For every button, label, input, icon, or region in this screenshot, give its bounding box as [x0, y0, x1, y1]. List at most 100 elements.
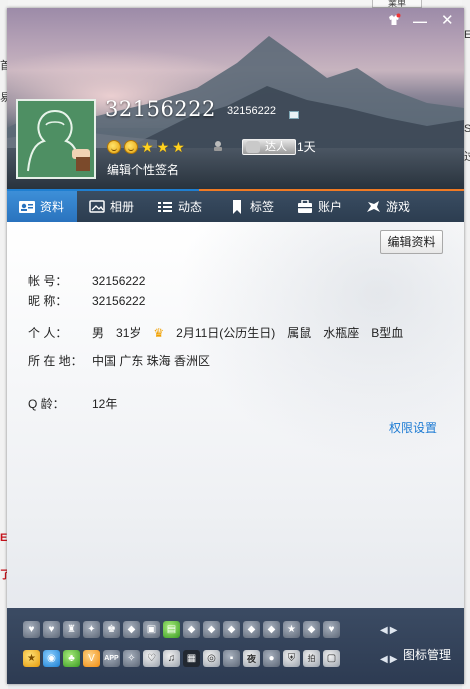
profile-details: 编辑资料 帐 号： 32156222 昵 称： 32156222 个 人： 男 …	[7, 222, 464, 608]
tab-album[interactable]: 相册	[77, 191, 145, 222]
number-badge-icon[interactable]: 拍	[303, 650, 320, 667]
signature-edit[interactable]: 编辑个性签名	[107, 161, 179, 178]
icon-bar: ♥ ♥ ♜ ✦ ♚ ◆ ▣ ▤ ◆ ◆ ◆ ◆ ◆ ★ ◆ ♥ ◀▶ ★ ◉ ♣…	[7, 608, 464, 684]
desktop-tab-fragment: 業单	[372, 0, 422, 8]
music-badge-icon[interactable]: ♫	[163, 650, 180, 667]
tab-bar: 资料 相册 动态 标签 账户 游戏	[7, 191, 464, 228]
tab-label: 动态	[178, 200, 203, 214]
row1-scroll-arrows[interactable]: ◀▶	[380, 625, 399, 636]
level-icons[interactable]: ★ ★ ★	[107, 139, 185, 155]
profile-card-icon	[19, 200, 35, 214]
diamond-badge-icon[interactable]: ◆	[243, 621, 260, 638]
monitor-badge-icon[interactable]: ▣	[143, 621, 160, 638]
nickname-value: 32156222	[92, 293, 146, 308]
blood-type-value: B型血	[371, 326, 404, 340]
personal-label: 个 人：	[28, 326, 68, 340]
heart-badge-icon[interactable]: ♥	[323, 621, 340, 638]
penguin-badge-icon[interactable]: ●	[263, 650, 280, 667]
photo-album-icon	[89, 199, 105, 214]
tab-label: 账户	[318, 200, 343, 214]
bird-badge-icon[interactable]: ✧	[123, 650, 140, 667]
photo-badge-icon[interactable]: ◉	[43, 650, 60, 667]
id-card-icon[interactable]	[289, 111, 299, 119]
q-age-value: 12年	[92, 397, 118, 411]
heart-check-icon[interactable]: ♡	[143, 650, 160, 667]
account-row: 帐 号： 32156222	[28, 272, 145, 289]
nickname-row: 昵 称： 32156222	[28, 292, 145, 309]
tv-badge-icon[interactable]: ◎	[203, 650, 220, 667]
star-level-icon: ★	[172, 139, 185, 155]
diamond-badge-icon[interactable]: ◆	[263, 621, 280, 638]
default-avatar-icon	[18, 101, 94, 177]
row2-scroll-arrows[interactable]: ◀▶	[380, 654, 399, 665]
tab-label: 相册	[110, 200, 135, 214]
gender-value: 男	[92, 326, 105, 340]
birthday-value: ♛ 2月11日(公历生日)	[153, 324, 275, 341]
crown-icon: ♛	[153, 325, 165, 340]
vip-badge-icon[interactable]: V	[83, 650, 100, 667]
vip-icon[interactable]	[211, 140, 225, 154]
eagle-badge-icon[interactable]: ✦	[83, 621, 100, 638]
nickname-label: 昵 称：	[28, 294, 68, 308]
tab-label: 标签	[250, 200, 275, 214]
talent-label: 达人	[265, 141, 287, 153]
profile-window: — ✕ 32156222 32156222 ★ ★ ★ 达人 1天 编辑个性签名…	[7, 8, 464, 684]
tab-label: 游戏	[386, 200, 411, 214]
crown-badge-icon[interactable]: ♚	[103, 621, 120, 638]
permission-settings-link[interactable]: 权限设置	[389, 419, 437, 436]
desktop-text-fragment: S	[464, 123, 470, 135]
shield-badge-icon[interactable]: ⛨	[283, 650, 300, 667]
feed-list-icon	[157, 200, 173, 214]
avatar[interactable]	[16, 99, 96, 179]
talent-icon	[246, 141, 260, 153]
heart-badge-icon[interactable]: ♥	[23, 621, 40, 638]
desktop-text-fragment: 过	[464, 151, 470, 163]
icon-row-1: ♥ ♥ ♜ ✦ ♚ ◆ ▣ ▤ ◆ ◆ ◆ ◆ ◆ ★ ◆ ♥	[23, 621, 340, 641]
sun-level-icon	[124, 140, 138, 154]
age-value: 31岁	[116, 326, 142, 340]
bookmark-badge-icon[interactable]: ▢	[323, 650, 340, 667]
account-label: 帐 号：	[28, 274, 68, 288]
icon-row-2: ★ ◉ ♣ V APP ✧ ♡ ♫ ▦ ◎ ▪ 夜 ● ⛨ 拍 ▢	[23, 650, 340, 670]
game-badge-icon[interactable]: ▤	[163, 621, 180, 638]
heart-badge-icon[interactable]: ♥	[43, 621, 60, 638]
diamond-badge-icon[interactable]: ◆	[223, 621, 240, 638]
location-label: 所 在 地：	[28, 354, 83, 368]
star-badge-icon[interactable]: ★	[283, 621, 300, 638]
clapper-badge-icon[interactable]: ▦	[183, 650, 200, 667]
wallet-icon	[297, 198, 313, 214]
diamond-badge-icon[interactable]: ◆	[183, 621, 200, 638]
diamond-badge-icon[interactable]: ◆	[123, 621, 140, 638]
app-badge-icon[interactable]: APP	[103, 650, 120, 667]
icon-management-button[interactable]: 图标管理	[403, 646, 451, 663]
star-level-icon: ★	[156, 139, 170, 155]
location-value: 中国 广东 珠海 香洲区	[92, 354, 211, 368]
edit-profile-button[interactable]: 编辑资料	[380, 230, 443, 254]
talent-badge[interactable]: 达人	[242, 139, 296, 155]
tab-label: 资料	[40, 200, 65, 214]
tab-account[interactable]: 账户	[285, 191, 353, 222]
skin-icon[interactable]	[387, 13, 401, 29]
constellation-value: 水瓶座	[323, 326, 360, 340]
minimize-button[interactable]: —	[413, 14, 427, 28]
q-age-label: Q 龄：	[28, 397, 65, 411]
account-value: 32156222	[92, 273, 146, 288]
clover-badge-icon[interactable]: ♣	[63, 650, 80, 667]
tab-tags[interactable]: 标签	[217, 191, 285, 222]
shield-badge-icon[interactable]: ♜	[63, 621, 80, 638]
close-button[interactable]: ✕	[441, 13, 454, 28]
camera-badge-icon[interactable]: ▪	[223, 650, 240, 667]
diamond-badge-icon[interactable]: ◆	[203, 621, 220, 638]
star-badge-icon[interactable]: ★	[23, 650, 40, 667]
qq-number-label: 32156222	[227, 105, 276, 117]
tab-games[interactable]: 游戏	[353, 191, 423, 222]
q-age-row: Q 龄： 12年	[28, 395, 117, 412]
game-icon	[365, 200, 381, 214]
diamond-badge-icon[interactable]: ◆	[303, 621, 320, 638]
tab-feed[interactable]: 动态	[145, 191, 217, 222]
profile-header: — ✕ 32156222 32156222 ★ ★ ★ 达人 1天 编辑个性签名	[7, 8, 464, 191]
tab-profile[interactable]: 资料	[7, 191, 77, 228]
active-days: 1天	[297, 140, 316, 154]
night-badge-icon[interactable]: 夜	[243, 650, 260, 667]
star-level-icon: ★	[141, 139, 154, 155]
